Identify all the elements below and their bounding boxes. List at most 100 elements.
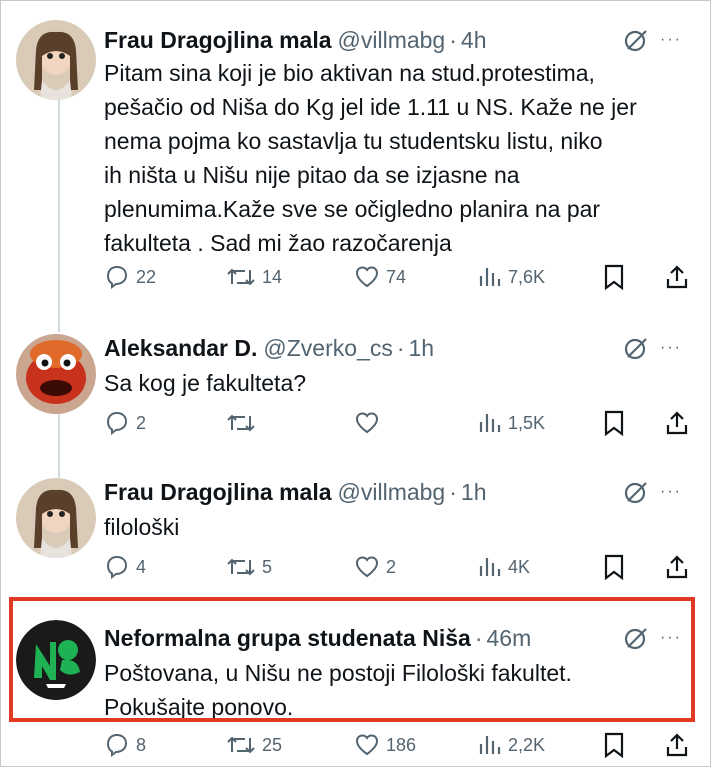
reply-count: 22	[136, 266, 157, 287]
views-icon	[479, 414, 501, 432]
reply-button[interactable]: 4	[104, 554, 146, 580]
bookmark-button[interactable]	[602, 410, 626, 436]
separator-dot: ·	[449, 27, 457, 53]
tweet[interactable]: Frau Dragojlina mala @villmabg · 1h ··· fil…	[0, 460, 711, 590]
reply-count: 8	[136, 734, 147, 755]
views-button[interactable]: 1,5K	[476, 410, 545, 436]
like-button[interactable]: 74	[354, 264, 406, 290]
repost-icon	[227, 268, 255, 286]
repost-button[interactable]: 14	[226, 264, 282, 290]
like-button[interactable]	[354, 410, 386, 436]
highlight-box	[9, 597, 695, 722]
action-bar: 8 25 186 2,2K	[0, 732, 711, 762]
timestamp[interactable]: 1h	[461, 479, 487, 505]
bookmark-button[interactable]	[602, 264, 626, 290]
views-icon	[479, 736, 501, 754]
views-icon	[479, 268, 501, 286]
reply-count: 4	[136, 556, 147, 577]
like-count: 74	[386, 266, 407, 287]
tweet-header: Frau Dragojlina mala @villmabg · 4h	[104, 26, 487, 54]
action-bar: 4 5 2 4K	[0, 554, 711, 584]
tweet-text: Pitam sina koji je bio aktivan na stud.p…	[104, 56, 694, 260]
repost-icon	[227, 414, 255, 432]
views-count: 1,5K	[508, 412, 546, 433]
text-line: plenumima.Kaže sve se očigledno planira …	[104, 196, 601, 222]
views-count: 4K	[508, 556, 531, 577]
repost-icon	[227, 736, 255, 754]
text-line: filološki	[104, 514, 180, 540]
reply-icon	[106, 411, 128, 435]
repost-button[interactable]	[226, 410, 262, 436]
bookmark-button[interactable]	[602, 554, 626, 580]
reply-button[interactable]: 22	[104, 264, 156, 290]
grok-icon[interactable]	[622, 26, 650, 54]
views-icon	[479, 558, 501, 576]
reply-icon	[106, 555, 128, 579]
like-button[interactable]: 2	[354, 554, 396, 580]
avatar[interactable]	[16, 20, 96, 100]
timestamp[interactable]: 4h	[461, 27, 487, 53]
share-button[interactable]	[664, 410, 690, 436]
views-button[interactable]: 2,2K	[476, 732, 545, 758]
tweet-header: Aleksandar D. @Zverko_cs · 1h	[104, 334, 434, 362]
like-icon	[355, 266, 379, 288]
repost-count: 14	[262, 266, 283, 287]
share-icon	[666, 555, 688, 579]
user-handle[interactable]: @villmabg	[338, 27, 446, 53]
share-icon	[666, 733, 688, 757]
like-icon	[355, 412, 379, 434]
reply-icon	[106, 265, 128, 289]
share-button[interactable]	[664, 264, 690, 290]
text-line: nema pojma ko sastavlja tu studentsku li…	[104, 128, 603, 154]
user-handle[interactable]: @Zverko_cs	[263, 335, 392, 361]
grok-icon[interactable]	[622, 478, 650, 506]
bookmark-icon	[604, 264, 624, 290]
repost-button[interactable]: 25	[226, 732, 282, 758]
more-icon[interactable]: ···	[660, 30, 682, 50]
reply-icon	[106, 733, 128, 757]
bookmark-button[interactable]	[602, 732, 626, 758]
views-button[interactable]: 7,6K	[476, 264, 545, 290]
text-line: fakulteta . Sad mi žao razočarenja	[104, 230, 452, 256]
text-line: pešačio od Niša do Kg jel ide 1.11 u NS.…	[104, 94, 637, 120]
action-bar: 2 1,5K	[0, 410, 711, 440]
views-count: 2,2K	[508, 734, 546, 755]
share-icon	[666, 265, 688, 289]
display-name[interactable]: Frau Dragojlina mala	[104, 479, 332, 505]
bookmark-icon	[604, 732, 624, 758]
timestamp[interactable]: 1h	[409, 335, 435, 361]
separator-dot: ·	[449, 479, 457, 505]
views-button[interactable]: 4K	[476, 554, 530, 580]
text-line: ih ništa u Nišu nije pitao da se izjasne…	[104, 162, 520, 188]
like-icon	[355, 734, 379, 756]
action-bar: 22 14 74 7,6K	[0, 264, 711, 294]
like-icon	[355, 556, 379, 578]
repost-icon	[227, 558, 255, 576]
tweet[interactable]: Aleksandar D. @Zverko_cs · 1h ··· Sa kog je…	[0, 320, 711, 460]
share-icon	[666, 411, 688, 435]
reply-count: 2	[136, 412, 147, 433]
reply-button[interactable]: 8	[104, 732, 146, 758]
like-count: 2	[386, 556, 397, 577]
repost-count: 25	[262, 734, 283, 755]
repost-button[interactable]: 5	[226, 554, 272, 580]
reply-button[interactable]: 2	[104, 410, 146, 436]
like-count: 186	[386, 734, 417, 755]
text-line: Sa kog je fakulteta?	[104, 370, 307, 396]
more-icon[interactable]: ···	[660, 482, 682, 502]
bookmark-icon	[604, 410, 624, 436]
display-name[interactable]: Frau Dragojlina mala	[104, 27, 332, 53]
display-name[interactable]: Aleksandar D.	[104, 335, 257, 361]
share-button[interactable]	[664, 732, 690, 758]
avatar[interactable]	[16, 334, 96, 414]
like-button[interactable]: 186	[354, 732, 416, 758]
grok-icon[interactable]	[622, 334, 650, 362]
user-handle[interactable]: @villmabg	[338, 479, 446, 505]
avatar[interactable]	[16, 478, 96, 558]
tweet-text: filološki	[104, 510, 694, 544]
separator-dot: ·	[396, 335, 405, 361]
tweet[interactable]: Frau Dragojlina mala @villmabg · 4h ··· Pit…	[0, 0, 711, 320]
share-button[interactable]	[664, 554, 690, 580]
bookmark-icon	[604, 554, 624, 580]
more-icon[interactable]: ···	[660, 338, 682, 358]
